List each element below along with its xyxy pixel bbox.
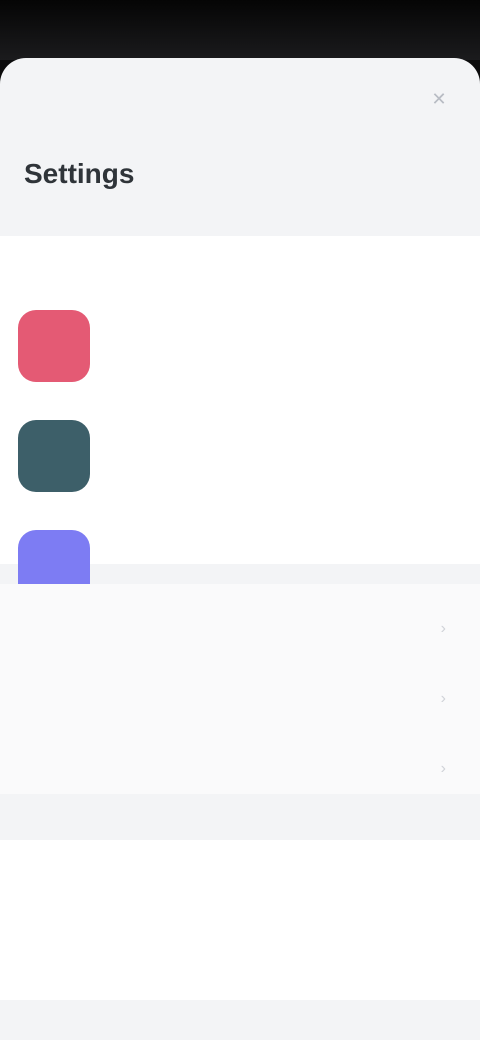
manage-button[interactable] [22, 950, 452, 990]
page-title: Settings [24, 158, 135, 189]
app-icon [18, 310, 90, 382]
settings-item[interactable]: › [22, 620, 452, 660]
app-row[interactable] [18, 420, 458, 496]
app-icon [18, 420, 90, 492]
chevron-right-icon: › [440, 690, 446, 707]
settings-item[interactable]: › [22, 690, 452, 730]
settings-list: › › › [0, 584, 480, 794]
settings-item[interactable]: › [22, 760, 452, 800]
app-row[interactable] [18, 310, 458, 386]
apps-section [0, 236, 480, 602]
chevron-right-icon: › [440, 620, 446, 637]
chevron-right-icon: › [440, 760, 446, 777]
language-section [0, 840, 480, 1000]
language-selector[interactable] [22, 862, 452, 902]
settings-sheet: ✕ Settings › › › [0, 58, 480, 1040]
close-icon[interactable]: ✕ [428, 88, 450, 110]
status-bar [0, 0, 480, 60]
